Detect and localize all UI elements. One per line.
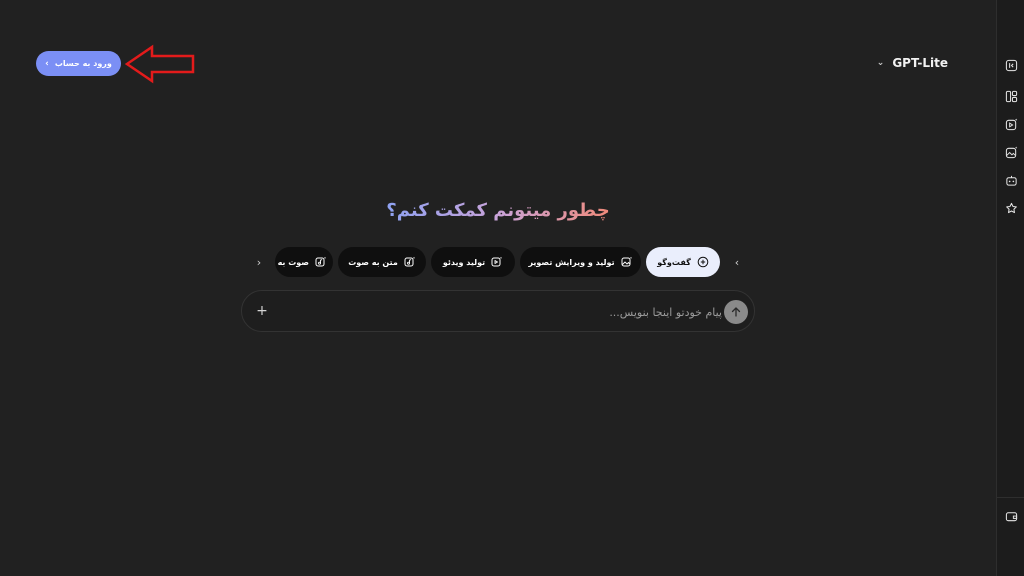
robot-icon[interactable] — [1004, 173, 1018, 187]
rail-divider — [997, 497, 1024, 498]
chip-text-to-speech[interactable]: متن به صوت — [338, 247, 426, 277]
music-sparkle-icon — [404, 256, 415, 267]
chip-image-generation[interactable]: تولید و ویرایش تصویر — [520, 247, 641, 277]
chip-chat[interactable]: گفت‌وگو — [646, 247, 720, 277]
main-area: ورود به حساب › ⌄ GPT-Lite چطور میتونم کم… — [0, 0, 996, 576]
message-input[interactable] — [282, 299, 722, 325]
send-button[interactable] — [724, 300, 748, 324]
chip-label: تولید و ویرایش تصویر — [528, 257, 615, 267]
sidebar-toggle-icon[interactable] — [1004, 58, 1018, 72]
chips-next-arrow-icon[interactable]: › — [252, 255, 266, 269]
chevron-left-icon: › — [45, 58, 49, 69]
chip-label: تولید ویدئو — [442, 257, 486, 267]
plus-icon[interactable]: + — [254, 303, 270, 319]
image-edit-icon — [621, 256, 632, 267]
chevron-down-icon: ⌄ — [876, 58, 885, 68]
chips-prev-arrow-icon[interactable]: ‹ — [730, 255, 744, 269]
arrow-up-icon — [731, 307, 741, 317]
video-sparkle-icon — [491, 256, 503, 267]
model-selector[interactable]: ⌄ GPT-Lite — [877, 56, 948, 70]
chat-plus-icon — [697, 256, 709, 268]
music-sparkle-icon — [315, 256, 327, 267]
login-button[interactable]: ورود به حساب › — [36, 51, 121, 76]
chip-video-generation[interactable]: تولید ویدئو — [431, 247, 515, 277]
page-title: چطور میتونم کمکت کنم؟ — [386, 200, 610, 221]
login-label: ورود به حساب — [54, 59, 112, 68]
chip-label: متن به صوت — [348, 257, 398, 267]
mode-chips: › صوت به متن به صوت تولید ویدئو تولید و … — [250, 247, 750, 277]
red-arrow-annotation-icon — [124, 44, 195, 84]
chip-label: گفت‌وگو — [657, 257, 691, 267]
layout-icon[interactable] — [1004, 89, 1018, 103]
sparkle-star-icon[interactable] — [1004, 201, 1018, 215]
wallet-icon[interactable] — [1004, 509, 1018, 523]
image-sparkle-icon[interactable] — [1004, 145, 1018, 159]
right-toolbar — [996, 0, 1024, 576]
chip-label: صوت به — [277, 257, 309, 267]
model-name: GPT-Lite — [892, 56, 948, 70]
message-composer: + — [241, 290, 755, 332]
chip-speech-to[interactable]: صوت به — [275, 247, 333, 277]
video-sparkle-icon[interactable] — [1004, 117, 1018, 131]
